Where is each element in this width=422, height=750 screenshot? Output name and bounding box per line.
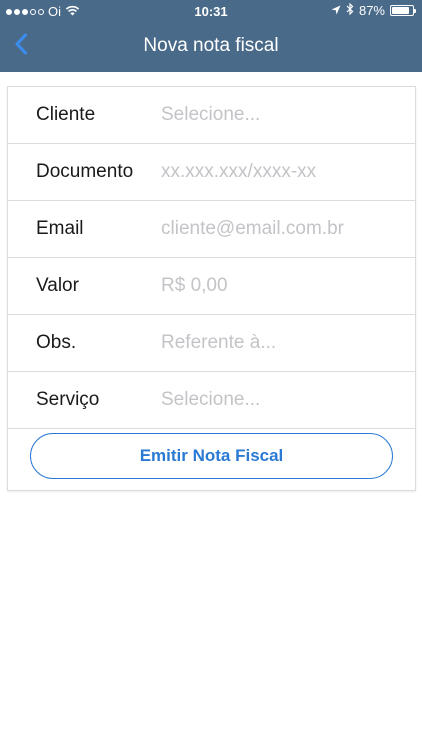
status-right: 87%: [331, 2, 416, 18]
form-row-email[interactable]: Email: [8, 201, 415, 258]
field-label: Serviço: [36, 389, 100, 410]
location-arrow-icon: [331, 3, 341, 18]
battery-percent: 87%: [358, 3, 385, 18]
form-row-documento[interactable]: Documento: [8, 144, 415, 201]
emit-invoice-button[interactable]: Emitir Nota Fiscal: [30, 433, 393, 479]
app-header: Oi 10:31 87% Nova nota fiscal: [0, 0, 422, 72]
servico-select[interactable]: [161, 382, 401, 418]
invoice-form: Cliente Documento Email Valor Obs. Servi…: [7, 86, 416, 491]
field-label: Cliente: [36, 104, 96, 125]
battery-fill: [392, 7, 410, 14]
field-label: Email: [36, 218, 84, 239]
battery-icon: [390, 5, 416, 16]
valor-input[interactable]: [161, 268, 401, 304]
field-label: Documento: [36, 161, 134, 182]
form-row-obs[interactable]: Obs.: [8, 315, 415, 372]
form-row-valor[interactable]: Valor: [8, 258, 415, 315]
cliente-select[interactable]: [161, 97, 401, 133]
form-row-servico[interactable]: Serviço: [8, 372, 415, 429]
email-input[interactable]: [161, 211, 401, 247]
field-label: Obs.: [36, 332, 77, 353]
status-bar: Oi 10:31 87%: [0, 0, 422, 22]
field-label: Valor: [36, 275, 79, 296]
documento-input[interactable]: [161, 154, 401, 190]
page-title: Nova nota fiscal: [143, 35, 279, 56]
form-row-cliente[interactable]: Cliente: [8, 87, 415, 144]
obs-input[interactable]: [161, 325, 401, 361]
bluetooth-icon: [346, 2, 354, 18]
